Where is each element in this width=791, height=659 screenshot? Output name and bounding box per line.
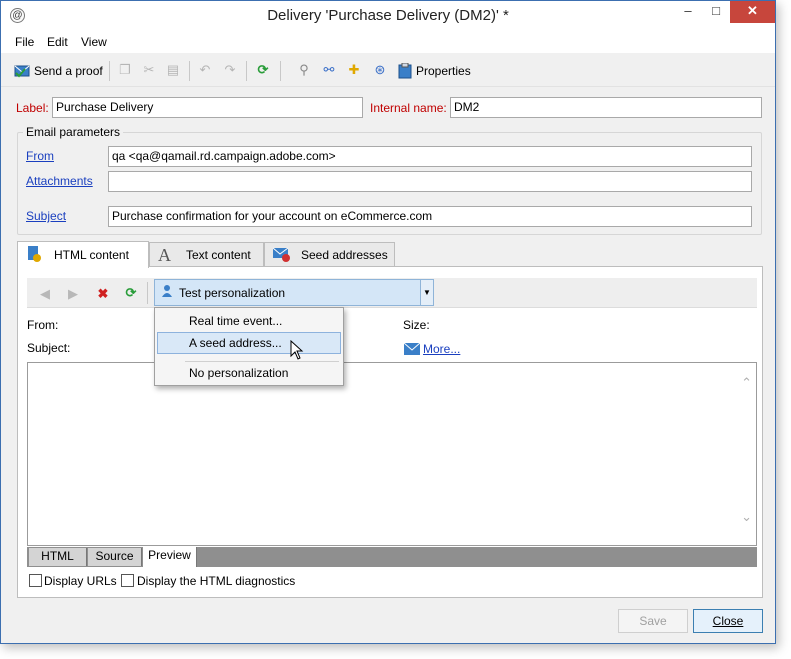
copy-icon[interactable]: ❐ (117, 62, 133, 78)
toolbar-separator (246, 61, 247, 81)
send-proof-button[interactable]: Send a proof (14, 62, 103, 80)
tab-html-content-label: HTML content (54, 248, 129, 262)
option-seed-address[interactable]: A seed address... (157, 332, 341, 354)
close-window-button[interactable]: ✕ (730, 1, 775, 23)
display-urls-label: Display URLs (44, 574, 117, 588)
more-link[interactable]: More... (423, 342, 460, 356)
attachments-link[interactable]: Attachments (26, 174, 93, 188)
html-diagnostics-checkbox[interactable] (121, 574, 134, 587)
tab-seed-addresses[interactable]: Seed addresses (264, 242, 395, 267)
html-preview-area[interactable]: ⌃ ⌄ (27, 362, 757, 546)
paperclip-icon[interactable]: ⚲ (296, 62, 312, 78)
properties-label: Properties (416, 64, 471, 78)
tab-source[interactable]: Source (88, 548, 142, 566)
toolbar: Send a proof ❐ ✂ ▤ ↶ ↷ ⟳ ⚲ ⚯ ✚ ⊛ Propert… (1, 55, 775, 87)
test-personalization-combo[interactable]: Test personalization ▼ (154, 279, 434, 306)
internal-name-caption: Internal name: (370, 101, 447, 115)
view-mode-tabs: HTML Source Preview (27, 547, 757, 567)
html-diagnostics-label: Display the HTML diagnostics (137, 574, 296, 588)
delete-icon[interactable]: ✖ (95, 286, 111, 302)
gift-icon[interactable]: ✚ (346, 62, 362, 78)
display-urls-checkbox[interactable] (29, 574, 42, 587)
subject-caption: Subject: (27, 341, 71, 355)
tab-preview[interactable]: Preview (143, 547, 197, 567)
toolbar-separator (109, 61, 110, 81)
menu-view[interactable]: View (81, 35, 107, 49)
person-icon (161, 284, 175, 301)
properties-button[interactable]: Properties (397, 62, 471, 80)
cut-icon[interactable]: ✂ (141, 62, 157, 78)
menu-file[interactable]: File (15, 35, 34, 49)
scroll-down-icon[interactable]: ⌄ (741, 509, 752, 525)
send-proof-label: Send a proof (34, 64, 103, 78)
test-personalization-label: Test personalization (179, 285, 286, 300)
target-icon[interactable]: ⊛ (372, 62, 388, 78)
forward-arrow-icon[interactable]: ▶ (65, 286, 81, 302)
personalization-dropdown: Real time event... A seed address... No … (154, 307, 344, 386)
html-content-icon (26, 245, 46, 266)
internal-name-input[interactable]: DM2 (450, 97, 762, 118)
minimize-button[interactable]: – (674, 1, 702, 23)
refresh-icon[interactable]: ⟳ (123, 285, 139, 301)
tab-text-content-label: Text content (186, 248, 251, 262)
subject-link[interactable]: Subject (26, 209, 66, 223)
text-letter-icon: A (158, 244, 171, 265)
menu-bar: File Edit View (1, 31, 775, 53)
tab-text-content[interactable]: A Text content (149, 242, 264, 267)
envelope-alert-icon (272, 246, 293, 265)
maximize-button[interactable]: □ (702, 1, 730, 23)
redo-icon[interactable]: ↷ (222, 62, 238, 78)
tab-html[interactable]: HTML (29, 548, 87, 566)
menu-edit[interactable]: Edit (47, 35, 68, 49)
option-no-personalization[interactable]: No personalization (157, 362, 341, 384)
undo-icon[interactable]: ↶ (197, 62, 213, 78)
option-real-time-event[interactable]: Real time event... (157, 310, 341, 332)
tab-html-content[interactable]: HTML content (17, 241, 149, 268)
scroll-up-icon[interactable]: ⌃ (741, 375, 752, 391)
attachments-input[interactable] (108, 171, 752, 192)
label-caption: Label: (16, 101, 49, 115)
label-input[interactable]: Purchase Delivery (52, 97, 363, 118)
size-caption: Size: (403, 318, 430, 332)
title-bar: @ Delivery 'Purchase Delivery (DM2)' * –… (1, 1, 775, 31)
from-caption: From: (27, 318, 59, 332)
chevron-down-icon[interactable]: ▼ (420, 280, 433, 305)
envelope-icon (403, 342, 421, 358)
link-icon[interactable]: ⚯ (321, 62, 337, 78)
email-parameters-title: Email parameters (23, 125, 124, 139)
subject-input[interactable]: Purchase confirmation for your account o… (108, 206, 752, 227)
toolbar-separator (189, 61, 190, 81)
from-input[interactable]: qa <qa@qamail.rd.campaign.adobe.com> (108, 146, 752, 167)
refresh-icon[interactable]: ⟳ (255, 62, 271, 78)
delivery-window: @ Delivery 'Purchase Delivery (DM2)' * –… (0, 0, 776, 644)
toolbar-separator (280, 61, 281, 81)
close-button[interactable]: Close (693, 609, 763, 633)
window-title: Delivery 'Purchase Delivery (DM2)' * (267, 7, 509, 24)
envelope-check-icon (14, 63, 30, 79)
toolbar-separator (147, 282, 148, 304)
save-button[interactable]: Save (618, 609, 688, 633)
paste-icon[interactable]: ▤ (165, 62, 181, 78)
mouse-cursor-icon (290, 340, 304, 360)
tab-seed-addresses-label: Seed addresses (301, 248, 388, 262)
from-link[interactable]: From (26, 149, 54, 163)
clipboard-icon (397, 63, 413, 79)
back-arrow-icon[interactable]: ◀ (37, 286, 53, 302)
